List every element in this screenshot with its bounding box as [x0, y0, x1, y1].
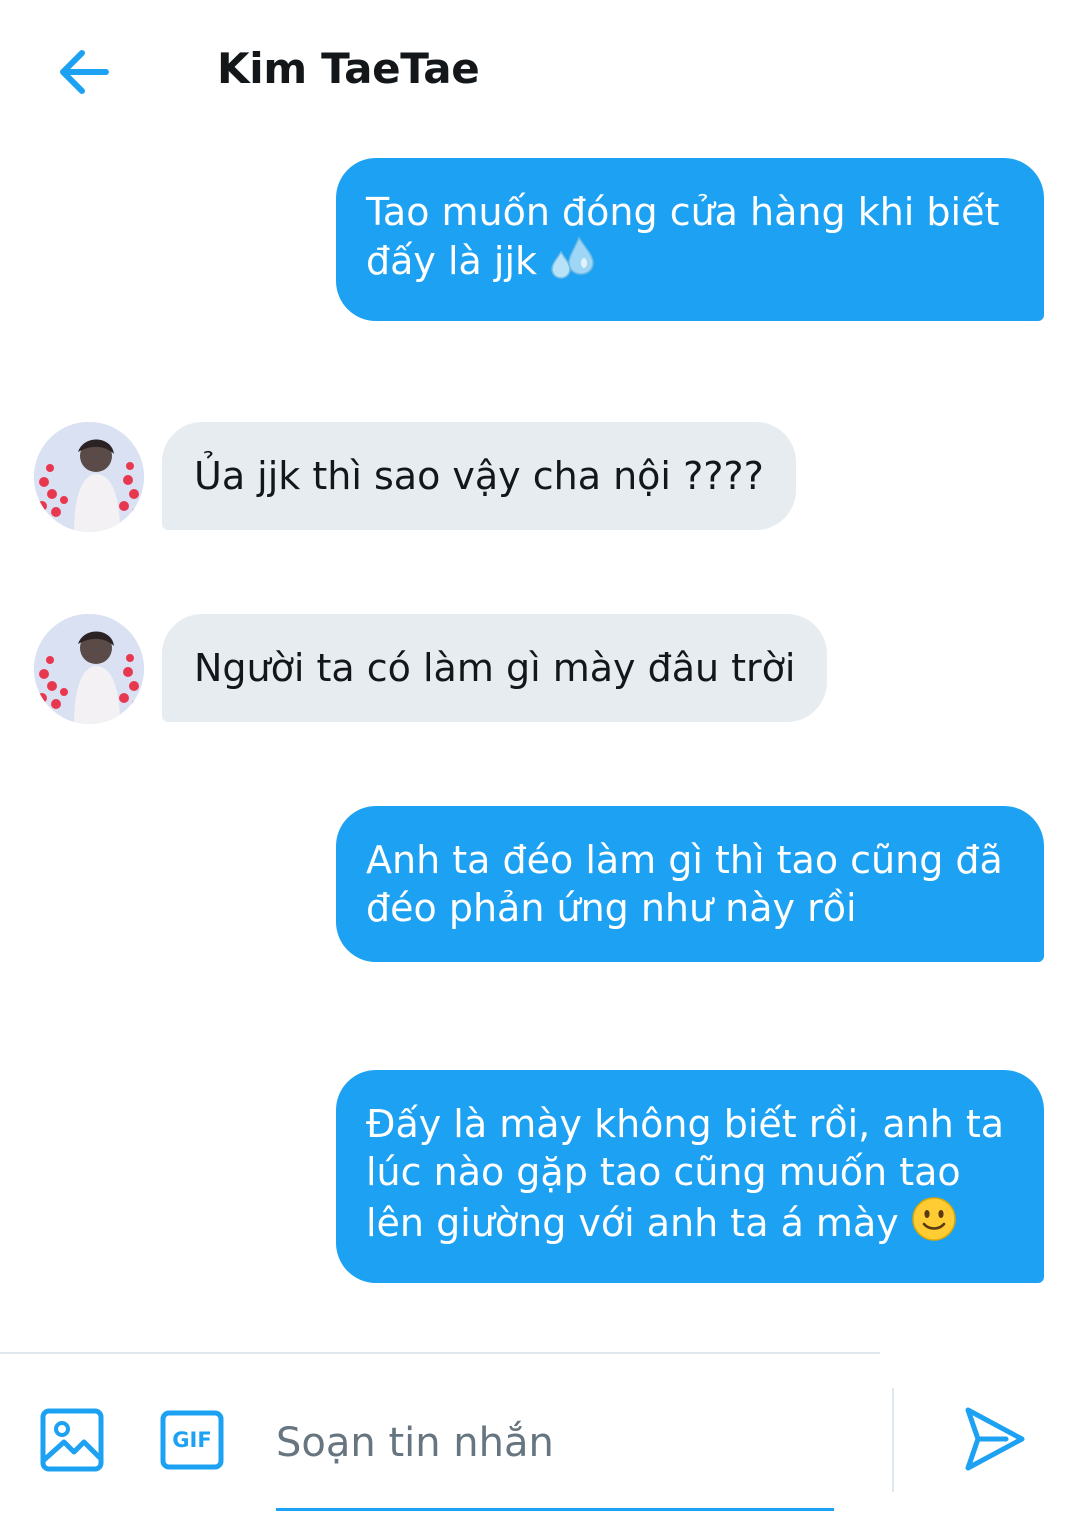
composer-vertical-divider [892, 1388, 894, 1492]
composer-divider [0, 1352, 880, 1354]
add-gif-button[interactable]: GIF [160, 1410, 224, 1470]
message-received[interactable]: Người ta có làm gì mày đâu trời [162, 614, 828, 722]
gif-label: GIF [172, 1428, 212, 1452]
message-sent[interactable]: Anh ta đéo làm gì thì tao cũng đã đéo ph… [336, 806, 1044, 962]
avatar[interactable] [34, 422, 144, 532]
message-received[interactable]: Ủa jjk thì sao vậy cha nội ???? [162, 422, 796, 530]
avatar[interactable] [34, 614, 144, 724]
message-text: Đấy là mày không biết rồi, anh ta lúc nà… [366, 1102, 1005, 1245]
input-focus-underline [276, 1508, 834, 1511]
message-input[interactable] [276, 1408, 832, 1478]
conversation-title: Kim TaeTae [217, 44, 480, 93]
message-sent[interactable]: Tao muốn đóng cửa hàng khi biết đấy là j… [336, 158, 1044, 321]
slightly-smiling-face-icon [911, 1196, 957, 1253]
avatar-image [34, 422, 144, 532]
back-button[interactable] [56, 44, 112, 100]
send-button[interactable] [962, 1404, 1028, 1474]
message-text: Anh ta đéo làm gì thì tao cũng đã đéo ph… [366, 838, 1003, 930]
add-photo-button[interactable] [40, 1408, 104, 1472]
message-text: Tao muốn đóng cửa hàng khi biết đấy là j… [366, 190, 1000, 283]
message-sent[interactable]: Đấy là mày không biết rồi, anh ta lúc nà… [336, 1070, 1044, 1283]
arrow-left-icon [60, 50, 109, 94]
avatar-image [34, 614, 144, 724]
conversation-header: Kim TaeTae [0, 0, 1080, 140]
sweat-droplets-icon [549, 236, 595, 291]
send-icon [965, 1407, 1025, 1471]
image-icon [40, 1408, 104, 1472]
